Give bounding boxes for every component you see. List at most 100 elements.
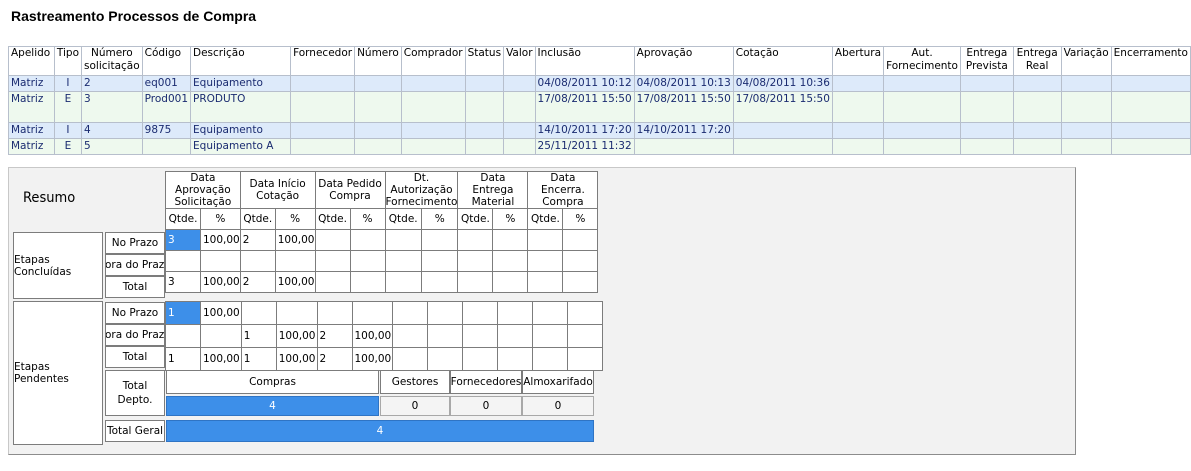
summary-cell[interactable] [427, 324, 464, 348]
summary-cell[interactable] [420, 250, 459, 272]
col-header[interactable]: Fornecedor [290, 46, 356, 76]
summary-cell[interactable] [316, 301, 353, 325]
summary-cell[interactable]: 100,00 [274, 229, 316, 251]
summary-cell[interactable] [562, 271, 599, 293]
summary-cell[interactable]: 2 [239, 229, 276, 251]
summary-cell[interactable] [351, 301, 394, 325]
summary-cell[interactable] [427, 301, 464, 325]
summary-cell[interactable]: 1 [240, 324, 277, 348]
summary-cell[interactable] [457, 229, 494, 251]
summary-cell[interactable] [527, 229, 564, 251]
summary-cell[interactable] [462, 324, 499, 348]
col-header[interactable]: Inclusão [534, 46, 635, 76]
table-row[interactable]: Matriz I 4 9875 Equipamento 14/10/2011 17:20 1… [8, 122, 1191, 139]
summary-cell[interactable] [532, 347, 569, 371]
col-header[interactable]: Abertura [831, 46, 885, 76]
summary-cell[interactable] [492, 271, 529, 293]
summary-cell[interactable]: 2 [316, 324, 353, 348]
col-header[interactable]: Entrega Real [1012, 46, 1062, 76]
col-header[interactable]: Status [464, 46, 505, 76]
col-header[interactable]: Código [141, 46, 192, 76]
summary-cell[interactable] [567, 347, 604, 371]
col-header[interactable]: Número solicitação [81, 46, 143, 76]
summary-cell[interactable] [562, 250, 599, 272]
summary-cell[interactable] [527, 271, 564, 293]
summary-cell[interactable]: 3 [165, 271, 201, 293]
summary-cell[interactable] [384, 271, 422, 293]
col-header[interactable]: Cotação [732, 46, 833, 76]
table-row[interactable]: Matriz E 3 Prod001 PRODUTO 17/08/2011 15:50 17… [8, 91, 1191, 123]
summary-cell[interactable] [562, 229, 599, 251]
summary-cell[interactable] [239, 250, 276, 272]
summary-cell[interactable] [532, 301, 569, 325]
summary-cell[interactable]: 2 [239, 271, 276, 293]
summary-cell[interactable] [527, 250, 564, 272]
table-row[interactable]: Matriz E 5 Equipamento A 25/11/2011 11:32 [8, 138, 1191, 155]
summary-cell[interactable]: 1 [165, 347, 201, 371]
summary-cell[interactable] [349, 250, 386, 272]
col-header[interactable]: Apelido [8, 46, 55, 76]
summary-cell[interactable] [567, 324, 604, 348]
depto-value-gestores[interactable]: 0 [380, 396, 450, 416]
summary-cell[interactable] [165, 250, 201, 272]
depto-value-fornecedores[interactable]: 0 [450, 396, 522, 416]
summary-cell[interactable] [497, 347, 534, 371]
summary-cell[interactable] [274, 250, 316, 272]
summary-cell[interactable] [200, 324, 242, 348]
summary-cell[interactable]: 100,00 [200, 229, 241, 251]
summary-cell[interactable] [200, 250, 241, 272]
summary-cell[interactable] [349, 271, 386, 293]
col-header[interactable]: Número [354, 46, 402, 76]
summary-cell[interactable] [314, 271, 351, 293]
col-header[interactable]: Descrição [190, 46, 292, 76]
summary-cell[interactable] [392, 324, 429, 348]
summary-cell[interactable] [420, 271, 459, 293]
total-geral-value[interactable]: 4 [166, 420, 594, 442]
col-header[interactable]: Variação [1060, 46, 1112, 76]
depto-value-almoxarifado[interactable]: 0 [522, 396, 594, 416]
summary-cell[interactable]: 1 [165, 301, 201, 325]
summary-cell[interactable] [275, 301, 318, 325]
summary-cell[interactable]: 100,00 [351, 324, 394, 348]
summary-cell[interactable] [384, 229, 422, 251]
summary-cell[interactable] [392, 347, 429, 371]
summary-cell[interactable]: 100,00 [275, 347, 318, 371]
summary-cell[interactable]: 100,00 [274, 271, 316, 293]
summary-cell[interactable] [462, 301, 499, 325]
col-header[interactable]: Aprovação [633, 46, 734, 76]
summary-cell[interactable] [165, 324, 201, 348]
col-header[interactable]: Encerramento [1110, 46, 1191, 76]
summary-cell[interactable] [497, 324, 534, 348]
summary-cell[interactable] [457, 271, 494, 293]
summary-cell[interactable] [314, 250, 351, 272]
summary-cell[interactable]: 1 [240, 347, 277, 371]
col-header[interactable]: Entrega Prevista [959, 46, 1014, 76]
summary-cell[interactable] [497, 301, 534, 325]
col-header[interactable]: Valor [503, 46, 536, 76]
summary-cell[interactable] [532, 324, 569, 348]
summary-cell[interactable] [492, 229, 529, 251]
summary-cell[interactable]: 100,00 [200, 301, 242, 325]
summary-cell[interactable] [462, 347, 499, 371]
summary-cell[interactable] [492, 250, 529, 272]
summary-cell[interactable] [314, 229, 351, 251]
summary-cell[interactable]: 3 [165, 229, 201, 251]
summary-cell[interactable] [420, 229, 459, 251]
summary-cell[interactable] [427, 347, 464, 371]
summary-cell[interactable]: 100,00 [351, 347, 394, 371]
summary-cell[interactable]: 100,00 [200, 347, 242, 371]
summary-cell[interactable] [567, 301, 604, 325]
summary-cell[interactable] [392, 301, 429, 325]
summary-cell[interactable] [349, 229, 386, 251]
table-row[interactable]: Matriz I 2 eq001 Equipamento 04/08/2011 10:12… [8, 75, 1191, 92]
summary-cell[interactable]: 2 [316, 347, 353, 371]
summary-cell[interactable]: 100,00 [200, 271, 241, 293]
summary-cell[interactable]: 100,00 [275, 324, 318, 348]
summary-cell[interactable] [240, 301, 277, 325]
summary-cell[interactable] [384, 250, 422, 272]
col-header[interactable]: Tipo [53, 46, 83, 76]
col-header[interactable]: Aut. Fornecimento [883, 46, 961, 76]
summary-cell[interactable] [457, 250, 494, 272]
col-header[interactable]: Comprador [400, 46, 466, 76]
depto-value-compras[interactable]: 4 [166, 396, 379, 416]
